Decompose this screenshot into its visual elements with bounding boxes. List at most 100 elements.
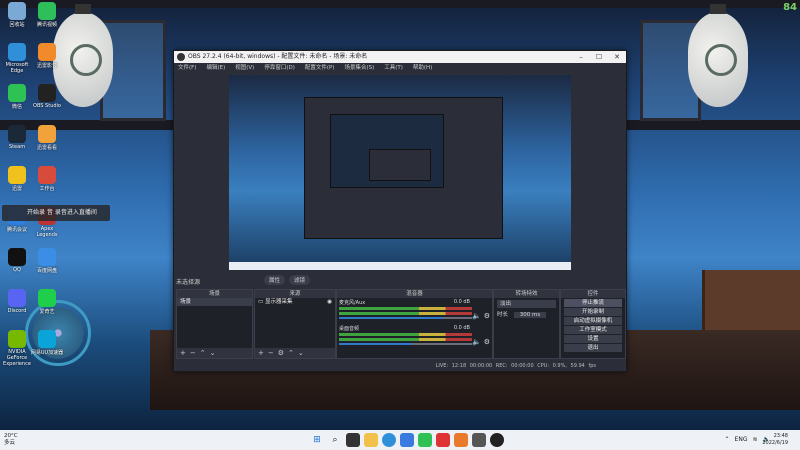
menu-file[interactable]: 文件(F) [178,63,196,73]
task-view-icon[interactable] [346,433,360,447]
source-item[interactable]: ▭ 显示器采集 ◉ [255,298,335,306]
scene-item[interactable]: 场景 [177,298,252,306]
desktop-icon[interactable]: 爱奇艺 [30,289,64,315]
move-up-icon[interactable]: ⌃ [200,348,206,358]
desktop-icon-label: 迅雷 [11,186,22,192]
remove-icon[interactable]: − [190,348,196,358]
controls-header: 控件 [561,290,625,298]
desktop-icon[interactable]: 回收站 [0,2,34,28]
desktop-icon[interactable]: 迅雷看看 [30,125,64,151]
edge-icon[interactable] [382,433,396,447]
remove-icon[interactable]: − [268,348,274,358]
virtual-camera-button[interactable]: 启动虚拟摄像机 [564,317,622,325]
wechat-icon[interactable] [418,433,432,447]
add-icon[interactable]: + [180,348,186,358]
menu-scene-collection[interactable]: 场景集合(S) [344,63,374,73]
file-explorer-icon[interactable] [364,433,378,447]
volume-meter [339,307,472,310]
filters-button[interactable]: 滤镜 [289,275,311,285]
clock[interactable]: 23:48 2022/6/19 [762,433,788,447]
desktop-icon[interactable]: 工作台 [30,166,64,192]
desktop-icon-label: 腾讯视频 [36,22,57,28]
gear-icon[interactable]: ⚙ [484,312,490,320]
menu-view[interactable]: 视图(V) [235,63,254,73]
gear-icon[interactable]: ⚙ [484,338,490,346]
menu-profile[interactable]: 配置文件(P) [305,63,335,73]
scenes-header: 场景 [177,290,252,298]
obs-title: OBS 27.2.4 (64-bit, windows) - 配置文件: 未命名… [188,53,368,60]
settings-button[interactable]: 设置 [564,335,622,343]
app-icon [8,84,26,102]
obs-taskbar-icon[interactable] [490,433,504,447]
transition-select[interactable]: 淡出 [497,300,556,308]
move-up-icon[interactable]: ⌃ [288,348,294,358]
desktop-icon-label: 回收站 [9,22,25,28]
app-icon [8,43,26,61]
desktop-icon[interactable]: 网易UU加速器 [30,330,64,356]
app-icon [38,125,56,143]
wifi-icon[interactable]: ≋ [752,436,757,443]
start-recording-button[interactable]: 开始录制 [564,308,622,316]
volume-slider[interactable] [339,343,472,345]
nested-preview [304,97,503,239]
visibility-icon[interactable]: ◉ [327,298,332,306]
speaker-icon[interactable]: 🔈 [472,312,481,320]
menu-help[interactable]: 帮助(H) [413,63,432,73]
start-icon[interactable]: ⊞ [310,433,324,447]
no-source-label: 未选择源 [176,279,201,286]
desktop-icon-label: Apex Legends [36,226,58,238]
desktop-icon-label: 工作台 [39,186,55,192]
taskbar: 20°C 多云 ⊞ ⌕ ⌃ ENG ≋ 🔈 23:48 2022/6/19 [0,430,800,450]
notification-toast[interactable]: 开始录 音 录音进入直播间 [2,205,110,221]
app-icon [8,330,26,348]
app-icon[interactable] [436,433,450,447]
tray-lang[interactable]: ENG [735,436,748,443]
desktop-icon[interactable]: Discord [0,289,34,314]
desktop-icon[interactable]: QQ [0,248,34,273]
close-icon[interactable]: ✕ [608,51,626,63]
properties-button[interactable]: 属性 [264,275,286,285]
desktop-icon-label: Microsoft Edge [5,62,29,74]
obs-preview[interactable] [229,75,571,270]
desktop-icon[interactable]: 微信 [0,84,34,110]
app-icon[interactable] [454,433,468,447]
move-down-icon[interactable]: ⌄ [210,348,216,358]
desktop-icon[interactable]: 迅雷 [0,166,34,192]
maximize-icon[interactable]: ☐ [590,51,608,63]
menu-tools[interactable]: 工具(T) [384,63,403,73]
mixer-header: 混音器 [337,290,492,298]
menu-docks[interactable]: 停靠窗口(D) [264,63,295,73]
app-icon [38,248,56,266]
minimize-icon[interactable]: – [572,51,590,63]
speaker-icon[interactable]: 🔈 [472,338,481,346]
chevron-up-icon[interactable]: ⌃ [725,436,730,443]
desktop-icon[interactable]: 百度网盘 [30,248,64,274]
sources-header: 来源 [255,290,335,298]
desktop-icon[interactable]: OBS Studio [30,84,64,109]
exit-button[interactable]: 退出 [564,344,622,352]
desktop-icon[interactable]: 腾讯视频 [30,2,64,28]
app-icon[interactable] [472,433,486,447]
desktop-icon[interactable]: 迅雷影音 [30,43,64,69]
store-icon[interactable] [400,433,414,447]
studio-mode-button[interactable]: 工作室模式 [564,326,622,334]
obs-titlebar[interactable]: OBS 27.2.4 (64-bit, windows) - 配置文件: 未命名… [174,51,626,63]
app-icon [8,166,26,184]
weather-widget[interactable]: 20°C 多云 [4,433,18,447]
settings-icon[interactable]: ⚙ [278,348,284,358]
duration-input[interactable]: 300 ms [513,312,547,318]
desktop-icon[interactable]: Steam [0,125,34,150]
add-icon[interactable]: + [258,348,264,358]
menu-edit[interactable]: 编辑(E) [206,63,225,73]
volume-slider[interactable] [339,317,472,319]
move-down-icon[interactable]: ⌄ [298,348,304,358]
stop-streaming-button[interactable]: 停止推流 [564,299,622,307]
transitions-dock: 转场特效 淡出 时长 300 ms [493,289,560,359]
desktop-icon-label: QQ [13,267,21,273]
search-icon[interactable]: ⌕ [328,433,342,447]
desktop-icon-label: 迅雷看看 [36,145,57,151]
transitions-header: 转场特效 [494,290,559,298]
desktop-icon[interactable]: NVIDIA GeForce Experience [0,330,34,367]
desktop-icon[interactable]: Microsoft Edge [0,43,34,74]
obs-window: OBS 27.2.4 (64-bit, windows) - 配置文件: 未命名… [173,50,627,372]
